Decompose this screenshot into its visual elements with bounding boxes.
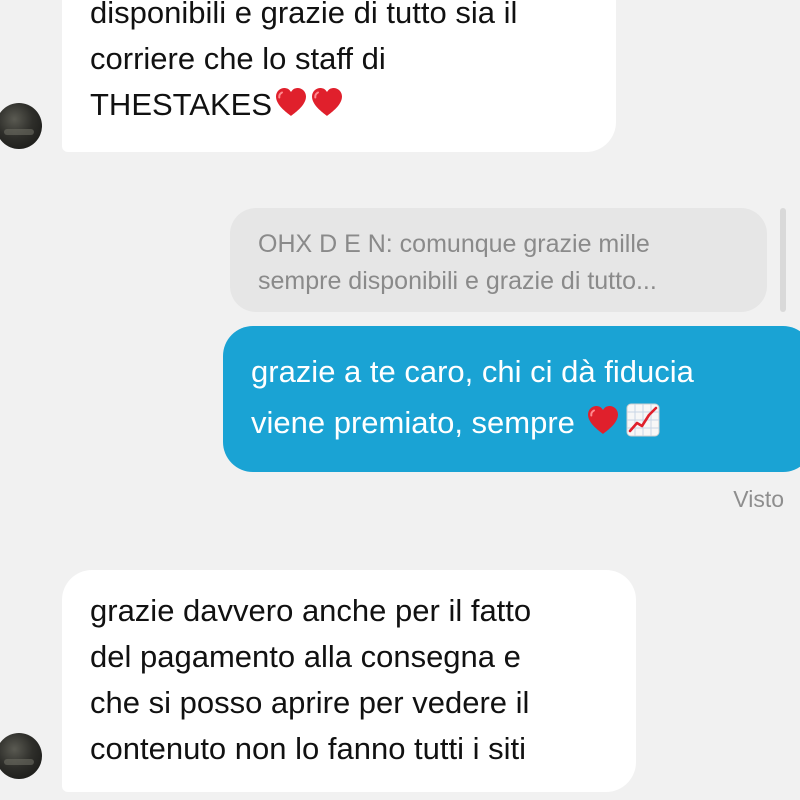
outgoing-message-bubble[interactable]: grazie a te caro, chi ci dà fiducia viene… [223,326,800,472]
quote-line: sempre disponibili e grazie di tutto... [258,267,657,295]
message-line: viene premiato, sempre [251,397,800,448]
reply-quote-preview[interactable]: OHX D E N: comunque grazie mille sempre d… [230,208,767,312]
message-line: del pagamento alla consegna e [90,639,521,674]
red-heart-icon [586,405,620,435]
chart-increasing-icon [626,403,660,437]
message-line: grazie davvero anche per il fatto [90,593,532,628]
message-line: grazie a te caro, chi ci dà fiducia [251,354,694,389]
message-text: THESTAKES [90,87,273,122]
incoming-message-bubble[interactable]: disponibili e grazie di tutto sia il corr… [62,0,616,152]
chat-thread: disponibili e grazie di tutto sia il corr… [0,0,800,800]
reply-indicator-bar [780,208,786,312]
message-line: che si posso aprire per vedere il [90,685,530,720]
quote-line: OHX D E N: comunque grazie mille [258,230,650,258]
contact-avatar[interactable] [0,103,42,149]
contact-avatar[interactable] [0,733,42,779]
message-line: contenuto non lo fanno tutti i siti [90,731,527,766]
message-line: THESTAKES [90,82,616,128]
message-line: disponibili e grazie di tutto sia il [90,0,518,30]
message-text: viene premiato, sempre [251,405,575,440]
red-heart-icon [274,87,308,117]
incoming-message-bubble[interactable]: grazie davvero anche per il fatto del pag… [62,570,636,792]
seen-status: Visto [733,486,784,512]
red-heart-icon [310,87,344,117]
message-line: corriere che lo staff di [90,41,386,76]
